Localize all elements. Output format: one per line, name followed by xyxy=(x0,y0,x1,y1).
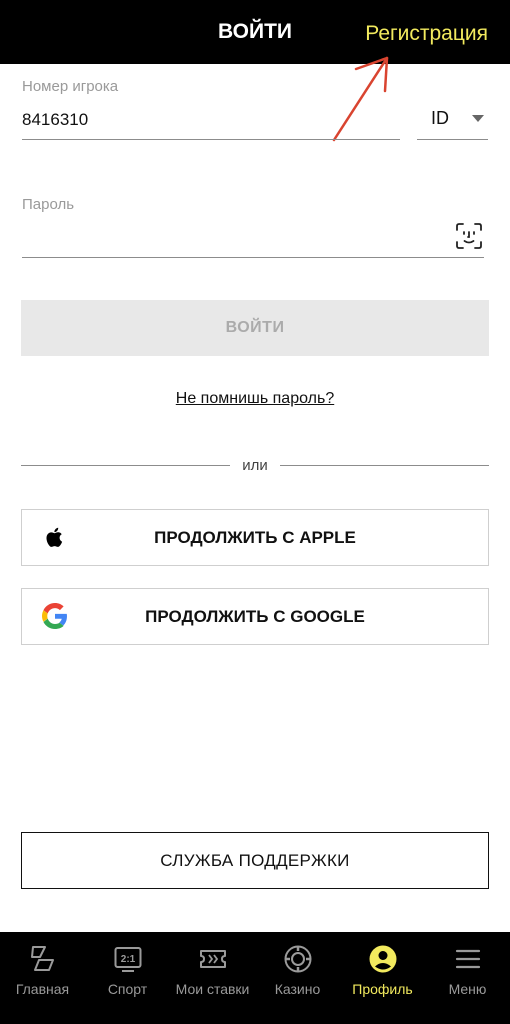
tab-profile-label: Профиль xyxy=(352,981,413,997)
tab-my-bets[interactable]: Мои ставки xyxy=(170,932,255,1024)
continue-google-button[interactable]: ПРОДОЛЖИТЬ С GOOGLE xyxy=(21,588,489,645)
player-number-input[interactable]: 8416310 xyxy=(22,110,88,130)
player-number-underline xyxy=(22,139,400,140)
sport-score-icon: 2:1 xyxy=(114,947,142,972)
tab-menu-label: Меню xyxy=(448,981,487,997)
tab-casino[interactable]: Казино xyxy=(255,932,340,1024)
casino-chip-icon xyxy=(284,945,312,973)
player-number-label: Номер игрока xyxy=(22,78,119,95)
id-type-select[interactable]: ID xyxy=(417,100,488,140)
ticket-icon xyxy=(200,950,226,968)
tab-menu[interactable]: Меню xyxy=(425,932,510,1024)
id-type-value: ID xyxy=(431,108,449,128)
tab-profile[interactable]: Профиль xyxy=(340,932,425,1024)
caret-down-icon xyxy=(472,115,484,122)
continue-apple-label: ПРОДОЛЖИТЬ С APPLE xyxy=(154,528,356,547)
continue-apple-button[interactable]: ПРОДОЛЖИТЬ С APPLE xyxy=(21,509,489,566)
face-id-icon[interactable] xyxy=(455,222,483,250)
id-select-underline xyxy=(417,139,488,140)
svg-text:2:1: 2:1 xyxy=(121,954,136,965)
tab-home-label: Главная xyxy=(15,981,70,997)
header: ВОЙТИ Регистрация xyxy=(0,0,510,64)
tab-my-bets-label: Мои ставки xyxy=(175,981,250,997)
continue-google-label: ПРОДОЛЖИТЬ С GOOGLE xyxy=(145,607,365,626)
bottom-tab-bar: Главная 2:1 Спорт Мои ставки Казино Проф… xyxy=(0,932,510,1024)
password-label: Пароль xyxy=(22,196,75,213)
menu-icon xyxy=(455,949,481,969)
tab-home[interactable]: Главная xyxy=(0,932,85,1024)
password-input[interactable] xyxy=(22,226,442,252)
tab-casino-label: Казино xyxy=(274,981,321,997)
password-underline xyxy=(22,257,484,258)
profile-icon xyxy=(369,945,397,973)
tab-sport[interactable]: 2:1 Спорт xyxy=(85,932,170,1024)
divider-right xyxy=(280,465,489,466)
login-button[interactable]: ВОЙТИ xyxy=(21,300,489,356)
tab-sport-label: Спорт xyxy=(107,981,148,997)
register-link[interactable]: Регистрация xyxy=(365,22,488,46)
home-icon xyxy=(31,946,54,971)
forgot-password-container: Не помнишь пароль? xyxy=(0,390,510,408)
support-button[interactable]: СЛУЖБА ПОДДЕРЖКИ xyxy=(21,832,489,889)
forgot-password-link[interactable]: Не помнишь пароль? xyxy=(176,390,334,407)
